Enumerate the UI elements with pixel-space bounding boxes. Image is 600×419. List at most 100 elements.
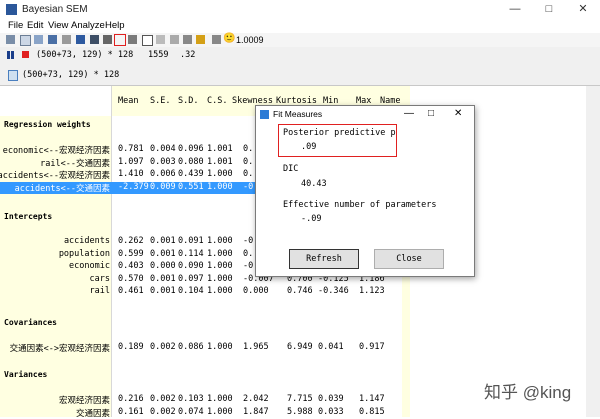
maximize-button[interactable]: □	[532, 0, 566, 19]
wrench-icon[interactable]	[212, 35, 221, 44]
variance-row-cell[interactable]: 0.033	[318, 407, 344, 417]
intercept-row-cell[interactable]: 1.000	[207, 249, 233, 259]
intercept-row-cell[interactable]: 0.262	[118, 236, 144, 246]
col-cs[interactable]: C.S.	[207, 96, 227, 106]
variance-row-cell[interactable]: 0.103	[178, 394, 204, 404]
covariance-row-cell[interactable]: 0.917	[359, 342, 385, 352]
covariance-row-cell[interactable]: 1.000	[207, 342, 233, 352]
regression-row-cell[interactable]: 0.006	[150, 169, 176, 179]
intercept-row-cell[interactable]: 0.090	[178, 261, 204, 271]
col-se[interactable]: S.E.	[150, 96, 170, 106]
posterior-icon[interactable]	[76, 35, 85, 44]
col-sd[interactable]: S.D.	[178, 96, 198, 106]
intercept-row-label[interactable]: population	[59, 249, 110, 259]
intercept-row-label[interactable]: accidents	[64, 236, 110, 246]
regression-row-cell[interactable]: 0.781	[118, 144, 144, 154]
options-icon[interactable]	[48, 35, 57, 44]
variance-row-cell[interactable]: 0.074	[178, 407, 204, 417]
intercept-row-label[interactable]: rail	[90, 286, 110, 296]
col-mean[interactable]: Mean	[118, 96, 138, 106]
vertical-scrollbar[interactable]	[586, 86, 600, 417]
variance-row-cell[interactable]: 0.216	[118, 394, 144, 404]
refresh-button[interactable]: Refresh	[289, 249, 359, 269]
intercept-row-cell[interactable]: -0.346	[318, 286, 349, 296]
regression-row-cell[interactable]: 0.096	[178, 144, 204, 154]
covariance-row-cell[interactable]: 0.189	[118, 342, 144, 352]
pause-icon[interactable]	[7, 51, 10, 59]
copy-icon[interactable]	[20, 35, 31, 46]
regression-row-label[interactable]: accidents<--交通因素	[15, 182, 110, 194]
variance-row-cell[interactable]: 0.002	[150, 407, 176, 417]
frame-icon[interactable]	[142, 35, 153, 46]
close-button[interactable]: ✕	[566, 0, 600, 19]
intercept-row-cell[interactable]: 0.001	[150, 286, 176, 296]
lock-icon[interactable]	[196, 35, 205, 44]
covariance-row-cell[interactable]: 0.002	[150, 342, 176, 352]
menu-file[interactable]: File	[8, 20, 23, 31]
intercept-row-label[interactable]: economic	[69, 261, 110, 271]
dialog-maximize-button[interactable]: □	[428, 108, 434, 119]
tool-icon[interactable]	[62, 35, 71, 44]
menu-analyze[interactable]: Analyze	[71, 20, 105, 31]
print-icon[interactable]	[6, 35, 15, 44]
intercept-row-cell[interactable]: 0.091	[178, 236, 204, 246]
intercept-row-cell[interactable]: 0.746	[287, 286, 313, 296]
variance-row-cell[interactable]: 0.002	[150, 394, 176, 404]
regression-row-cell[interactable]: 0.	[243, 157, 253, 167]
intercept-row-cell[interactable]: 1.000	[207, 286, 233, 296]
intercept-row-cell[interactable]: 1.000	[207, 236, 233, 246]
intercept-row-cell[interactable]: 0.000	[243, 286, 269, 296]
distribution-icon[interactable]	[156, 35, 165, 44]
regression-row-cell[interactable]: 0.009	[150, 182, 176, 192]
intercept-row-cell[interactable]: 0.001	[150, 274, 176, 284]
regression-row-cell[interactable]: 0.439	[178, 169, 204, 179]
menu-edit[interactable]: Edit	[27, 20, 43, 31]
variance-row-label[interactable]: 宏观经济因素	[59, 394, 110, 406]
covariance-row-cell[interactable]: 0.041	[318, 342, 344, 352]
save-icon[interactable]	[34, 35, 43, 44]
intercept-row-cell[interactable]: 0.104	[178, 286, 204, 296]
regression-row-cell[interactable]: 0.004	[150, 144, 176, 154]
intercept-row-cell[interactable]: 0.000	[150, 261, 176, 271]
minimize-button[interactable]: —	[498, 0, 532, 19]
intercept-row-cell[interactable]: 0.097	[178, 274, 204, 284]
regression-row-label[interactable]: rail<--交通因素	[40, 157, 110, 169]
variance-row-cell[interactable]: 0.039	[318, 394, 344, 404]
regression-row-cell[interactable]: 0.	[243, 144, 253, 154]
variance-row-cell[interactable]: 1.000	[207, 394, 233, 404]
grid-icon[interactable]	[103, 35, 112, 44]
regression-row-cell[interactable]: 1.000	[207, 182, 233, 192]
regression-row-cell[interactable]: 1.001	[207, 144, 233, 154]
regression-row-cell[interactable]: 1.000	[207, 169, 233, 179]
regression-row-cell[interactable]: 0.551	[178, 182, 204, 192]
variance-row-cell[interactable]: 1.847	[243, 407, 269, 417]
covariance-row-cell[interactable]: 6.949	[287, 342, 313, 352]
intercept-row-cell[interactable]: 0.114	[178, 249, 204, 259]
table-icon[interactable]	[128, 35, 137, 44]
regression-row-cell[interactable]: 1.410	[118, 169, 144, 179]
intercept-row-label[interactable]: cars	[90, 274, 110, 284]
intercept-row-cell[interactable]: 1.000	[207, 261, 233, 271]
menu-help[interactable]: Help	[105, 20, 125, 31]
variance-row-cell[interactable]: 7.715	[287, 394, 313, 404]
intercept-row-cell[interactable]: 0.	[243, 249, 253, 259]
intercept-row-cell[interactable]: 0.001	[150, 236, 176, 246]
regression-row-cell[interactable]: 1.001	[207, 157, 233, 167]
intercept-row-cell[interactable]: 0.570	[118, 274, 144, 284]
variance-row-cell[interactable]: 1.000	[207, 407, 233, 417]
regression-row-label[interactable]: economic<--宏观经济因素	[3, 144, 110, 156]
variance-row-cell[interactable]: 2.042	[243, 394, 269, 404]
close-dialog-button[interactable]: Close	[374, 249, 444, 269]
regression-row-cell[interactable]: 1.097	[118, 157, 144, 167]
covariance-row-cell[interactable]: 1.965	[243, 342, 269, 352]
stop-icon[interactable]	[22, 51, 29, 58]
intercept-row-cell[interactable]: 0.599	[118, 249, 144, 259]
covariance-row-label[interactable]: 交通因素<->宏观经济因素	[10, 342, 110, 354]
variance-row-cell[interactable]: 0.161	[118, 407, 144, 417]
regression-row-cell[interactable]: 0.080	[178, 157, 204, 167]
dialog-minimize-button[interactable]: —	[404, 108, 414, 119]
fit-measures-icon[interactable]	[114, 34, 126, 46]
intercept-row-cell[interactable]: 0.001	[150, 249, 176, 259]
regression-row-cell[interactable]: -2.379	[118, 182, 149, 192]
regression-row-label[interactable]: accidents<--宏观经济因素	[0, 169, 110, 181]
